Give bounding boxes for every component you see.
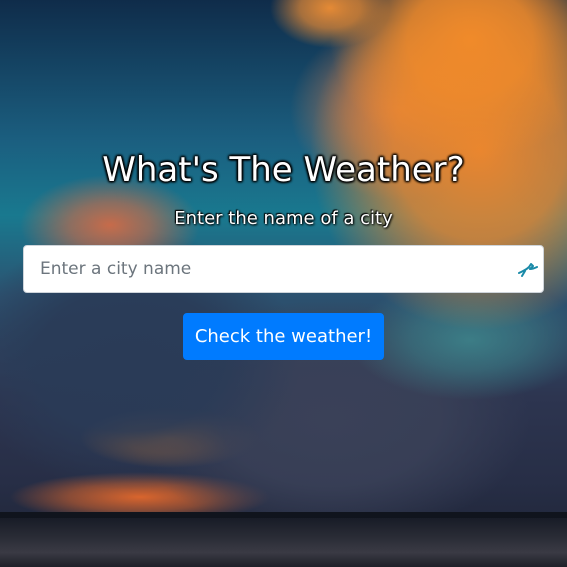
extension-icon[interactable]	[516, 259, 538, 279]
extension-icon-glyph	[518, 263, 538, 277]
page-subtitle: Enter the name of a city	[174, 208, 393, 229]
weather-page: What's The Weather? Enter the name of a …	[0, 0, 567, 567]
city-input[interactable]	[24, 246, 543, 292]
main-content: What's The Weather? Enter the name of a …	[0, 0, 567, 567]
page-title: What's The Weather?	[102, 150, 465, 190]
city-search-field	[23, 245, 544, 293]
check-weather-button[interactable]: Check the weather!	[183, 313, 384, 360]
